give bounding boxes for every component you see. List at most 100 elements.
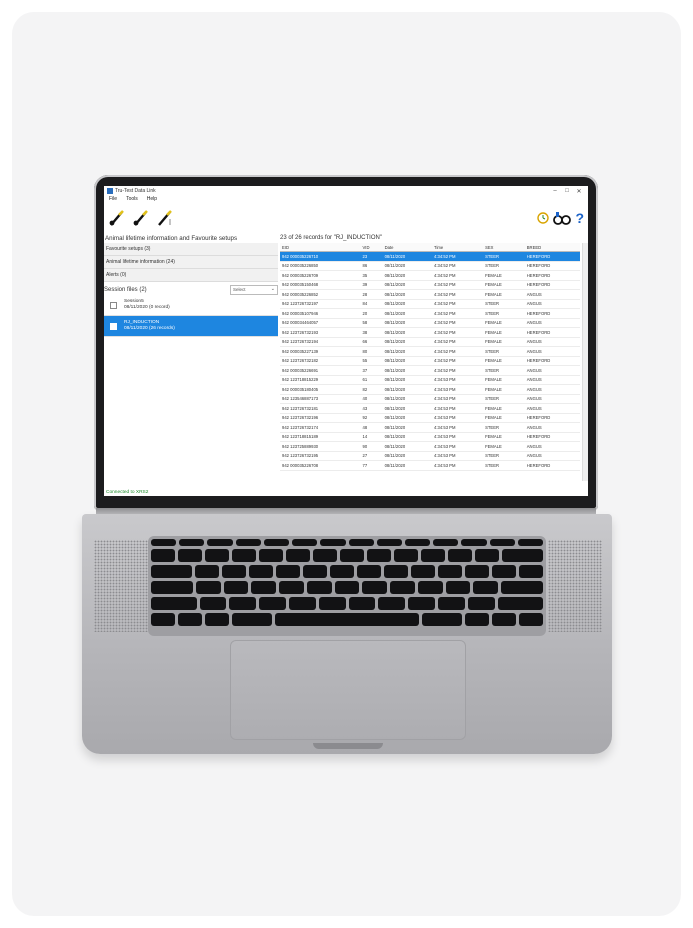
alerts-item[interactable]: Alerts (0) — [104, 269, 278, 282]
table-scrollbar[interactable] — [582, 243, 588, 481]
records-panel: 23 of 26 records for "RJ_INDUCTION" EID V… — [280, 234, 588, 496]
wand-reader-icon[interactable] — [108, 209, 126, 227]
keyboard-key — [196, 581, 221, 594]
table-cell: 4:34:52 PM — [432, 337, 484, 347]
table-cell: 48 — [360, 422, 383, 433]
table-row[interactable]: 942 000035226710 23 08/11/2020 4:34:52 PM ST… — [280, 251, 580, 262]
table-row[interactable]: 942 123726732196 92 08/11/2020 4:34:53 PM FE… — [280, 413, 580, 423]
keyboard-key — [306, 581, 332, 594]
table-row[interactable]: 942 000035226850 86 08/11/2020 4:34:52 PM ST… — [280, 261, 580, 271]
keyboard-key — [437, 597, 465, 610]
table-cell: 4:34:53 PM — [432, 394, 484, 404]
keyboard-key — [461, 539, 487, 546]
right-speaker-grille — [548, 540, 602, 632]
keyboard-key — [151, 597, 197, 610]
table-row[interactable]: 942 000035226852 28 08/11/2020 4:34:52 PM FE… — [280, 289, 580, 300]
binoculars-icon[interactable] — [553, 211, 572, 225]
table-cell: 90 — [360, 441, 383, 452]
menu-file[interactable]: File — [109, 196, 117, 205]
table-row[interactable]: 942 123726732181 43 08/11/2020 4:34:53 PM FE… — [280, 403, 580, 414]
table-cell: 08/11/2020 — [382, 299, 433, 309]
table-row[interactable]: 942 000035150468 39 08/11/2020 4:34:52 PM FE… — [280, 280, 580, 290]
session-checkbox[interactable] — [110, 301, 117, 309]
table-row[interactable]: 942 123718815229 61 08/11/2020 4:34:53 PM FE… — [280, 375, 580, 385]
left-panel: Animal lifetime information and Favourit… — [104, 234, 278, 496]
column-header[interactable]: VID — [360, 243, 383, 252]
keyboard-key — [151, 581, 194, 594]
animal-lifetime-item[interactable]: Animal lifetime information (24) — [104, 256, 278, 269]
keyboard-key — [340, 549, 365, 562]
session-item-selected[interactable]: RJ_INDUCTION 08/11/2020 (26 records) — [104, 316, 278, 337]
favourite-setups-item[interactable]: Favourite setups (3) — [104, 243, 278, 256]
table-row[interactable]: 942 123726732182 55 08/11/2020 4:34:52 PM FE… — [280, 356, 580, 366]
table-row[interactable]: 942 000035226709 35 08/11/2020 4:34:52 PM FE… — [280, 270, 580, 281]
table-cell: STEER — [483, 261, 525, 271]
table-row[interactable]: 942 123726732195 27 08/11/2020 4:34:53 PM ST… — [280, 451, 580, 461]
table-row[interactable]: 942 000035180405 82 08/11/2020 4:34:53 PM FE… — [280, 384, 580, 395]
table-cell: ANGUS — [524, 365, 580, 376]
table-cell: 82 — [360, 384, 383, 395]
table-cell: 4:34:52 PM — [432, 251, 484, 262]
table-cell: ANGUS — [524, 451, 580, 461]
help-icon[interactable]: ? — [575, 211, 584, 225]
table-row[interactable]: 942 123725889930 90 08/11/2020 4:34:53 PM FE… — [280, 441, 580, 452]
table-cell: FEMALE — [483, 289, 525, 300]
table-row[interactable]: 942 000035226691 37 08/11/2020 4:34:52 PM ST… — [280, 365, 580, 376]
session-item[interactable]: Session5 08/11/2020 (0 record) — [104, 295, 278, 316]
table-row[interactable]: 942 000034464057 58 08/11/2020 4:34:52 PM FE… — [280, 318, 580, 328]
column-header[interactable]: Time — [432, 243, 484, 252]
table-row[interactable]: 942 000035107946 20 08/11/2020 4:34:52 PM ST… — [280, 308, 580, 319]
menu-help[interactable]: Help — [147, 196, 157, 205]
keyboard-key — [376, 539, 402, 546]
column-header[interactable]: SEX — [483, 243, 525, 252]
keyboard-key — [313, 549, 338, 562]
table-row[interactable]: 942 123726732197 84 08/11/2020 4:34:52 PM ST… — [280, 299, 580, 309]
wand-reader-icon[interactable] — [132, 209, 150, 227]
table-cell: STEER — [483, 451, 525, 461]
table-cell: ANGUS — [524, 403, 580, 414]
table-cell: 4:34:53 PM — [432, 413, 484, 423]
keyboard-key — [519, 613, 543, 626]
clock-icon[interactable] — [537, 212, 550, 224]
table-cell: FEMALE — [483, 413, 525, 423]
table-cell: STEER — [483, 251, 525, 262]
minimize-button[interactable]: – — [549, 188, 561, 194]
table-row[interactable]: 942 000035226708 77 08/11/2020 4:34:53 PM ST… — [280, 460, 580, 471]
table-cell: 08/11/2020 — [382, 365, 433, 376]
keyboard-key — [433, 539, 459, 546]
table-cell: 08/11/2020 — [382, 308, 433, 319]
table-row[interactable]: 942 000035227139 80 08/11/2020 4:34:52 PM ST… — [280, 346, 580, 357]
table-cell: HEREFORD — [524, 460, 580, 471]
keyboard-key — [378, 597, 406, 610]
maximize-button[interactable]: □ — [561, 188, 573, 194]
column-header[interactable]: BREED — [524, 243, 580, 252]
table-row[interactable]: 942 123546887173 40 08/11/2020 4:34:53 PM ST… — [280, 394, 580, 404]
table-cell: 4:34:52 PM — [432, 289, 484, 300]
keyboard-key — [475, 549, 500, 562]
keyboard-key — [320, 539, 346, 546]
left-speaker-grille — [94, 540, 148, 632]
menu-tools[interactable]: Tools — [126, 196, 138, 205]
table-cell: 942 000035107946 — [280, 308, 361, 319]
wand-reader-icon[interactable] — [156, 209, 174, 227]
column-header[interactable]: EID — [280, 243, 361, 252]
table-cell: 4:34:52 PM — [432, 327, 484, 338]
table-cell: STEER — [483, 460, 525, 471]
table-cell: HEREFORD — [524, 261, 580, 271]
table-row[interactable]: 942 123726732174 48 08/11/2020 4:34:53 PM ST… — [280, 422, 580, 433]
keyboard-key — [318, 597, 346, 610]
close-button[interactable]: ✕ — [573, 188, 585, 195]
column-header[interactable]: Date — [382, 243, 433, 252]
session-checkbox[interactable] — [110, 322, 117, 330]
table-cell: 4:34:52 PM — [432, 280, 484, 290]
table-row[interactable]: 942 123726732193 38 08/11/2020 4:34:52 PM FE… — [280, 327, 580, 338]
keyboard — [148, 536, 546, 636]
table-row[interactable]: 942 123718815189 14 08/11/2020 4:34:53 PM FE… — [280, 432, 580, 442]
keyboard-key — [259, 597, 286, 610]
table-cell: 4:34:53 PM — [432, 432, 484, 442]
table-row[interactable]: 942 123726732194 66 08/11/2020 4:34:52 PM FE… — [280, 337, 580, 347]
table-cell: HEREFORD — [524, 308, 580, 319]
select-dropdown[interactable]: Select — [230, 284, 278, 295]
table-cell: 08/11/2020 — [382, 403, 433, 414]
keyboard-key — [437, 565, 462, 578]
